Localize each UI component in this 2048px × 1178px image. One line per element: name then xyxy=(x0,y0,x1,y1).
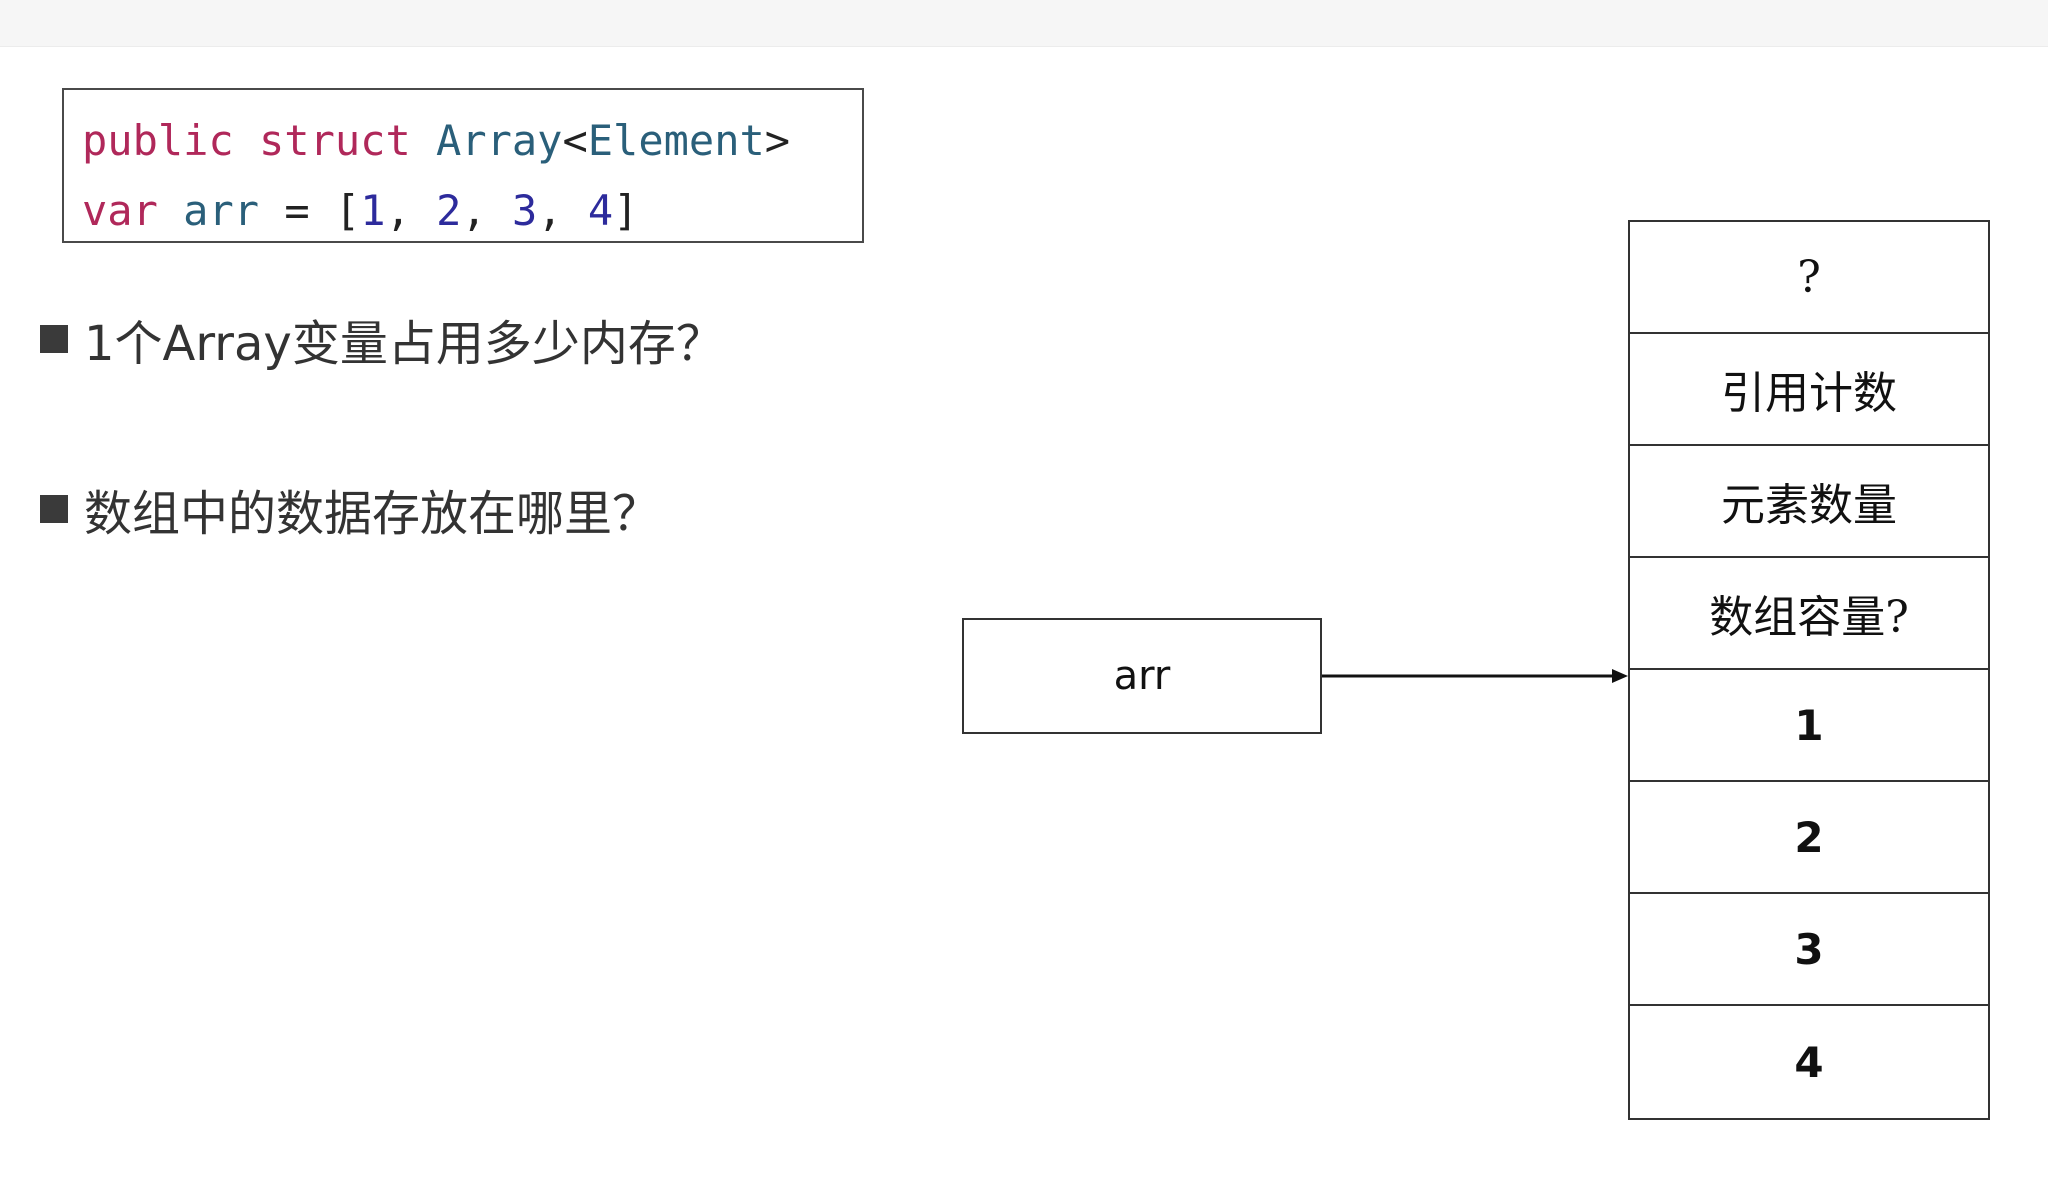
heap-cell-refcount: 引用计数 xyxy=(1630,334,1988,446)
heap-cell-unknown: ? xyxy=(1630,222,1988,334)
heap-cell-element-4: 4 xyxy=(1794,1037,1824,1087)
heap-cell-capacity: 数组容量? xyxy=(1630,558,1988,670)
heap-cell-element-1: 1 xyxy=(1630,670,1988,782)
arrowhead-icon xyxy=(1612,669,1628,683)
heap-cell-element-2: 2 xyxy=(1630,782,1988,894)
heap-memory-layout: ? 引用计数 元素数量 数组容量? 1 2 3 4 xyxy=(1628,220,1990,1120)
heap-cell-element-3: 3 xyxy=(1630,894,1988,1006)
heap-cell-count: 元素数量 xyxy=(1630,446,1988,558)
